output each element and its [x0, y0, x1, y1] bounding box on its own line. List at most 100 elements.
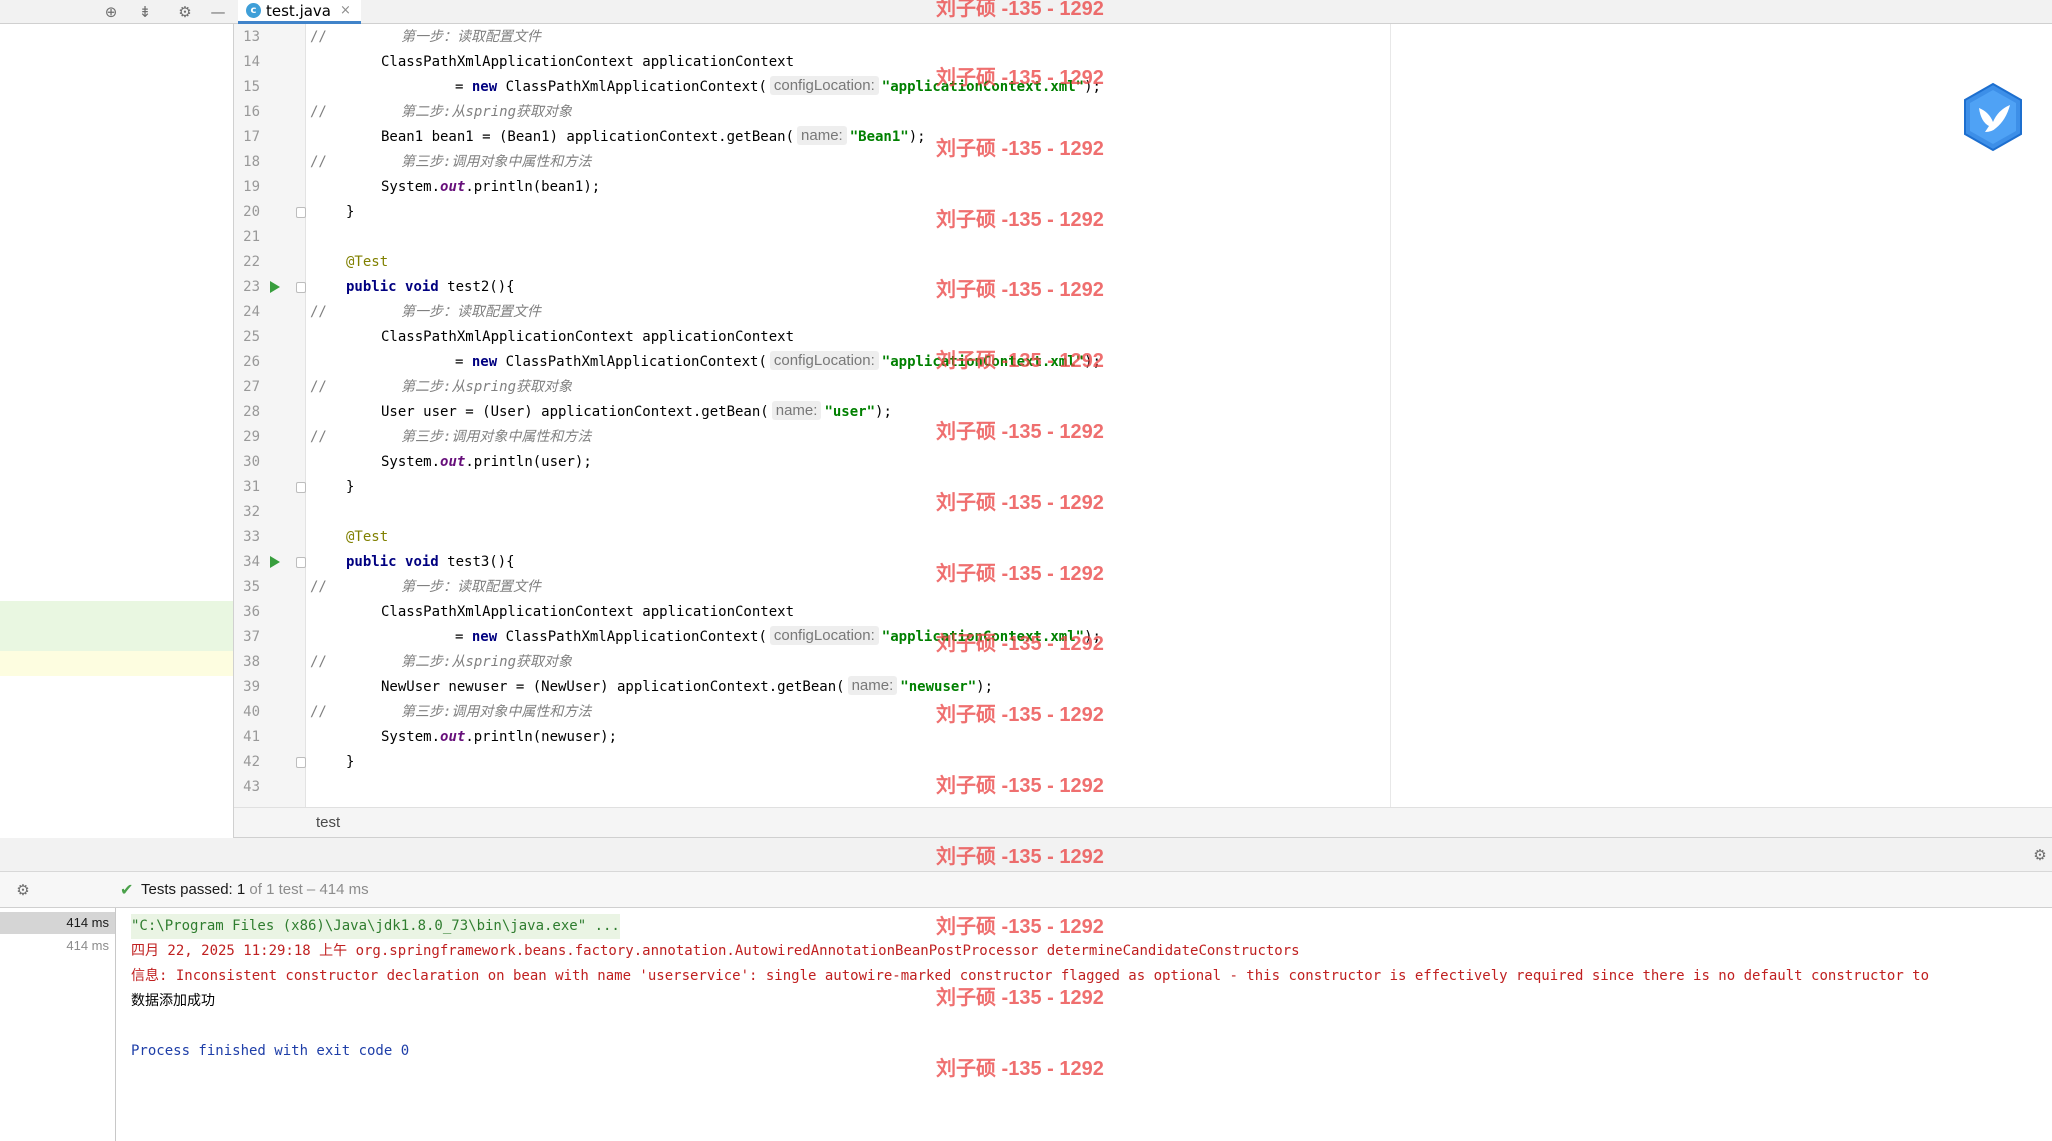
code-line[interactable]: 35 // 第一步：读取配置文件 — [0, 575, 2052, 600]
string-literal: "applicationContext.xml" — [881, 629, 1085, 645]
line-number: 36 — [243, 604, 260, 620]
run-window-header: ⚙ — [0, 838, 2052, 872]
code-line[interactable]: 40 // 第三步:调用对象中属性和方法 — [0, 700, 2052, 725]
top-tool-strip: ⊕ ⇟ ⚙ — c test.java × — [0, 0, 2052, 24]
code-line[interactable]: 27 // 第二步:从spring获取对象 — [0, 375, 2052, 400]
run-test-icon[interactable] — [270, 281, 280, 293]
line-comment-marker: // — [310, 704, 327, 720]
breadcrumb-method[interactable]: test — [316, 814, 340, 831]
string-literal: "user" — [824, 404, 876, 420]
code-line[interactable]: 19 System.out.println(bean1); — [0, 175, 2052, 200]
code-token: ClassPathXmlApplicationContext applicati… — [381, 329, 795, 345]
code-line[interactable]: 14 ClassPathXmlApplicationContext applica… — [0, 50, 2052, 75]
code-token: = — [455, 629, 472, 645]
code-text: 第一步：读取配置文件 — [401, 25, 541, 50]
line-comment-marker: // — [310, 379, 327, 395]
code-line[interactable]: 33 @Test — [0, 525, 2052, 550]
collapse-icon[interactable]: ⇟ — [135, 2, 155, 22]
line-number: 26 — [243, 354, 260, 370]
line-comment-marker: // — [310, 304, 327, 320]
line-number: 28 — [243, 404, 260, 420]
comment-text: 第三步:调用对象中属性和方法 — [401, 704, 592, 720]
run-test-icon[interactable] — [270, 556, 280, 568]
code-text: 第三步:调用对象中属性和方法 — [401, 150, 591, 175]
code-text: System.out.println(bean1); — [381, 175, 600, 200]
keyword: void — [405, 279, 439, 295]
fold-marker-icon[interactable] — [296, 757, 306, 768]
code-line[interactable]: 22 @Test — [0, 250, 2052, 275]
code-line[interactable]: 20} — [0, 200, 2052, 225]
code-text: ClassPathXmlApplicationContext applicati… — [381, 50, 794, 75]
comment-text: 第二步:从spring获取对象 — [401, 379, 573, 395]
code-line[interactable]: 25 ClassPathXmlApplicationContext applica… — [0, 325, 2052, 350]
run-settings-icon[interactable]: ⚙ — [13, 880, 33, 900]
code-token: test2(){ — [438, 279, 515, 295]
comment-text: 第一步：读取配置文件 — [401, 29, 541, 45]
assistant-bird-icon[interactable] — [1962, 82, 2024, 152]
fold-marker-icon[interactable] — [296, 282, 306, 293]
line-number: 17 — [243, 129, 260, 145]
code-line[interactable]: 32 — [0, 500, 2052, 525]
breadcrumb[interactable]: test — [234, 807, 2052, 838]
code-line[interactable]: 28 User user = (User) applicationContext.… — [0, 400, 2052, 425]
code-line[interactable]: 39 NewUser newuser = (NewUser) applicatio… — [0, 675, 2052, 700]
code-line[interactable]: 37 = new ClassPathXmlApplicationContext(c… — [0, 625, 2052, 650]
comment-text: 第二步:从spring获取对象 — [401, 104, 573, 120]
crosshair-icon[interactable]: ⊕ — [101, 2, 121, 22]
code-line[interactable]: 42} — [0, 750, 2052, 775]
console-output[interactable]: "C:\Program Files (x86)\Java\jdk1.8.0_73… — [117, 908, 2052, 1141]
settings-gear-icon[interactable]: ⚙ — [2030, 845, 2050, 865]
code-token: System. — [381, 179, 441, 195]
minimize-icon[interactable]: — — [208, 2, 228, 22]
tests-passed-check-icon: ✔ — [120, 880, 134, 899]
test-status-text: Tests passed: 1 of 1 test – 414 ms — [141, 881, 369, 898]
static-field: out — [440, 454, 466, 470]
tab-label: test.java — [266, 1, 332, 20]
code-text: 第一步：读取配置文件 — [401, 300, 541, 325]
editor-tab-test-java[interactable]: c test.java × — [238, 0, 361, 24]
code-line[interactable]: 18 // 第三步:调用对象中属性和方法 — [0, 150, 2052, 175]
code-line[interactable]: 23 public void test2(){ — [0, 275, 2052, 300]
code-line[interactable]: 31} — [0, 475, 2052, 500]
code-text: 第三步:调用对象中属性和方法 — [401, 700, 591, 725]
code-line[interactable]: 41 System.out.println(newuser); — [0, 725, 2052, 750]
code-line[interactable]: 34 public void test3(){ — [0, 550, 2052, 575]
gear-icon[interactable]: ⚙ — [175, 2, 195, 22]
line-number: 29 — [243, 429, 260, 445]
line-number: 24 — [243, 304, 260, 320]
code-line[interactable]: 15 = new ClassPathXmlApplicationContext(c… — [0, 75, 2052, 100]
code-line[interactable]: 21 — [0, 225, 2052, 250]
code-token: } — [346, 754, 355, 770]
code-token: .println(user); — [465, 454, 592, 470]
fold-marker-icon[interactable] — [296, 557, 306, 568]
line-number: 33 — [243, 529, 260, 545]
parameter-hint: configLocation: — [769, 351, 879, 370]
code-token: NewUser newuser = (NewUser) applicationC… — [381, 679, 845, 695]
code-line[interactable]: 30 System.out.println(user); — [0, 450, 2052, 475]
code-line[interactable]: 26 = new ClassPathXmlApplicationContext(c… — [0, 350, 2052, 375]
test-tree-row-test[interactable]: 414 ms — [0, 935, 115, 957]
code-token: } — [346, 204, 355, 220]
parameter-hint: name: — [797, 126, 847, 145]
code-line[interactable]: 38 // 第二步:从spring获取对象 — [0, 650, 2052, 675]
code-line[interactable]: 36 ClassPathXmlApplicationContext applica… — [0, 600, 2052, 625]
code-text: } — [346, 200, 354, 225]
code-line[interactable]: 17 Bean1 bean1 = (Bean1) applicationConte… — [0, 125, 2052, 150]
code-line[interactable]: 24 // 第一步：读取配置文件 — [0, 300, 2052, 325]
comment-text: 第三步:调用对象中属性和方法 — [401, 429, 592, 445]
parameter-hint: name: — [771, 401, 822, 420]
code-line[interactable]: 13 // 第一步：读取配置文件 — [0, 25, 2052, 50]
fold-marker-icon[interactable] — [296, 207, 306, 218]
code-line[interactable]: 16 // 第二步:从spring获取对象 — [0, 100, 2052, 125]
code-line[interactable]: 43 — [0, 775, 2052, 800]
code-line[interactable]: 29 // 第三步:调用对象中属性和方法 — [0, 425, 2052, 450]
code-text: @Test — [346, 250, 388, 275]
fold-marker-icon[interactable] — [296, 482, 306, 493]
test-tree-row-root[interactable]: 414 ms — [0, 912, 115, 934]
line-comment-marker: // — [310, 429, 327, 445]
line-number: 37 — [243, 629, 260, 645]
close-tab-icon[interactable]: × — [340, 3, 351, 18]
parameter-hint: configLocation: — [769, 626, 879, 645]
line-comment-marker: // — [310, 579, 327, 595]
code-token: ); — [1084, 79, 1101, 95]
